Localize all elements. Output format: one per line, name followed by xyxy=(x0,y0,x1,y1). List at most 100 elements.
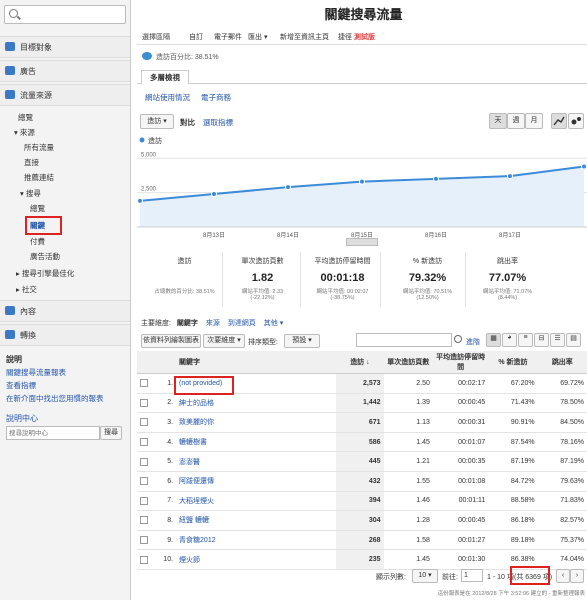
row-checkbox-cell[interactable] xyxy=(137,393,152,414)
add-to-dashboard-button[interactable]: 新增至資訊主頁 xyxy=(280,32,329,42)
tab-site-usage[interactable]: 網站使用情況 xyxy=(145,92,190,103)
help-link[interactable]: 關鍵搜尋流量報表 xyxy=(6,367,66,378)
row-checkbox[interactable] xyxy=(140,398,148,407)
header-visits[interactable]: 造訪 ↓ xyxy=(336,351,384,374)
row-checkbox[interactable] xyxy=(140,457,148,466)
row-keyword[interactable]: 轆轆樹書 xyxy=(176,432,337,453)
tab-ecommerce[interactable]: 電子商務 xyxy=(201,92,231,103)
keyword-link[interactable]: 煙火節 xyxy=(179,557,200,564)
row-keyword[interactable]: 致美麗的你 xyxy=(176,412,337,433)
dimension-other[interactable]: 其他 ▾ xyxy=(264,320,283,327)
row-checkbox-cell[interactable] xyxy=(137,432,152,453)
row-keyword[interactable]: 大稻埕煙火 xyxy=(176,491,337,512)
sidebar-item-overview[interactable]: 總覽 xyxy=(18,112,33,123)
row-checkbox[interactable] xyxy=(140,496,148,505)
dimension-keyword[interactable]: 關鍵字 xyxy=(177,320,198,327)
row-checkbox[interactable] xyxy=(140,379,148,388)
help-center-title[interactable]: 說明中心 xyxy=(6,413,38,424)
help-link[interactable]: 查看指標 xyxy=(6,380,36,391)
goto-input[interactable]: 1 xyxy=(461,569,483,582)
customize-button[interactable]: 自訂 xyxy=(189,32,203,42)
sidebar-section-ads[interactable]: 廣告 xyxy=(0,60,130,82)
keyword-link[interactable]: 青食糖2012 xyxy=(179,537,216,544)
keyword-link[interactable]: 澎澎醫 xyxy=(179,459,200,466)
row-keyword[interactable]: 紐鹽 轆轆 xyxy=(176,510,337,531)
period-month-button[interactable]: 月 xyxy=(525,113,543,129)
sidebar-item-all-traffic[interactable]: 所有流量 xyxy=(24,142,54,153)
plot-rows-button[interactable]: 依資料列繪製圖表 xyxy=(141,334,201,348)
help-search-input[interactable] xyxy=(6,426,100,440)
row-keyword[interactable]: 阿跋便還傳 xyxy=(176,471,337,492)
row-checkbox[interactable] xyxy=(140,477,148,486)
row-checkbox[interactable] xyxy=(140,438,148,447)
pivot-view-icon[interactable]: ▤ xyxy=(566,333,581,347)
export-button[interactable]: 匯出 ▾ xyxy=(248,32,267,42)
tab-explorer[interactable]: 多層檢視 xyxy=(141,70,189,84)
segments-button[interactable]: 選擇區隔 xyxy=(142,32,170,42)
sort-type-select[interactable]: 預設 ▾ xyxy=(284,334,320,348)
dimension-landing-page[interactable]: 到達網頁 xyxy=(228,320,256,327)
row-checkbox[interactable] xyxy=(140,418,148,427)
header-bounce-rate[interactable]: 跳出率 xyxy=(537,351,587,374)
dimension-source[interactable]: 來源 xyxy=(206,320,220,327)
next-page-button[interactable]: › xyxy=(570,569,584,583)
header-avg-duration[interactable]: 平均造訪停留時間 xyxy=(432,351,489,374)
header-new-visits[interactable]: % 新造訪 xyxy=(488,351,538,374)
row-checkbox[interactable] xyxy=(140,536,148,545)
sidebar-item-sources[interactable]: ▾ 來源 xyxy=(14,127,35,138)
shortcut-button[interactable]: 捷徑 測試版 xyxy=(338,32,375,42)
row-checkbox-cell[interactable] xyxy=(137,549,152,570)
row-checkbox-cell[interactable] xyxy=(137,471,152,492)
sidebar-section-content[interactable]: 內容 xyxy=(0,300,130,322)
line-chart-icon[interactable] xyxy=(551,113,567,129)
help-search-button[interactable]: 搜尋 xyxy=(100,426,122,440)
sidebar-section-conversions[interactable]: 轉換 xyxy=(0,324,130,346)
select-metric-link[interactable]: 選取指標 xyxy=(203,117,233,128)
sidebar-item-social[interactable]: ▸ 社交 xyxy=(16,284,37,295)
pie-view-icon[interactable]: ◕ xyxy=(502,333,517,347)
row-keyword[interactable]: 青食糖2012 xyxy=(176,530,337,551)
sidebar-item-referrals[interactable]: 推薦連結 xyxy=(24,172,54,183)
search-icon[interactable] xyxy=(454,335,462,343)
table-view-icon[interactable]: ▦ xyxy=(486,333,501,347)
keyword-link[interactable]: 紐鹽 轆轆 xyxy=(179,517,209,524)
advanced-link[interactable]: 進階 xyxy=(466,337,480,347)
sidebar-item-seo[interactable]: ▸ 搜尋引擎最佳化 xyxy=(16,268,74,279)
secondary-dimension-select[interactable]: 次要維度 ▾ xyxy=(203,334,245,348)
keyword-link[interactable]: 阿跋便還傳 xyxy=(179,478,214,485)
row-checkbox-cell[interactable] xyxy=(137,451,152,472)
keyword-link[interactable]: 致美麗的你 xyxy=(179,419,214,426)
motion-chart-icon[interactable] xyxy=(568,113,584,129)
keyword-link[interactable]: 轆轆樹書 xyxy=(179,439,207,446)
help-link[interactable]: 在新介面中找出您用慣的報表 xyxy=(6,393,104,404)
sidebar-item-campaigns[interactable]: 廣告活動 xyxy=(30,251,60,262)
email-button[interactable]: 電子郵件 xyxy=(214,32,242,42)
keyword-link[interactable]: 大稻埕煙火 xyxy=(179,498,214,505)
sidebar-item-search[interactable]: ▾ 搜尋 xyxy=(20,188,41,199)
chart-resize-handle[interactable] xyxy=(346,238,378,246)
row-keyword[interactable]: 煙火節 xyxy=(176,549,337,570)
row-checkbox-cell[interactable] xyxy=(137,412,152,433)
sidebar-search-input[interactable] xyxy=(4,5,126,24)
header-keyword[interactable]: 關鍵字 xyxy=(176,351,337,374)
sidebar-section-traffic[interactable]: 流量來源 xyxy=(0,84,130,106)
sidebar-item-search-overview[interactable]: 總覽 xyxy=(30,203,45,214)
row-checkbox-cell[interactable] xyxy=(137,510,152,531)
rows-per-page-select[interactable]: 10 ▾ xyxy=(412,569,438,583)
row-keyword[interactable]: 澎澎醫 xyxy=(176,451,337,472)
period-day-button[interactable]: 天 xyxy=(489,113,507,129)
row-checkbox-cell[interactable] xyxy=(137,491,152,512)
sidebar-item-direct[interactable]: 直接 xyxy=(24,157,39,168)
header-pages-per-visit[interactable]: 單次造訪頁數 xyxy=(383,351,433,374)
performance-view-icon[interactable]: ≡ xyxy=(518,333,533,347)
term-cloud-icon[interactable]: ☰ xyxy=(550,333,565,347)
keyword-link[interactable]: 紳士的品格 xyxy=(179,400,214,407)
table-filter-input[interactable] xyxy=(356,333,452,347)
row-checkbox[interactable] xyxy=(140,555,148,564)
row-checkbox-cell[interactable] xyxy=(137,373,152,394)
sidebar-section-audience[interactable]: 目標對象 xyxy=(0,36,130,58)
metric-select[interactable]: 造訪 ▾ xyxy=(140,114,174,129)
sidebar-item-paid[interactable]: 付費 xyxy=(30,236,45,247)
row-keyword[interactable]: 紳士的品格 xyxy=(176,393,337,414)
prev-page-button[interactable]: ‹ xyxy=(556,569,570,583)
